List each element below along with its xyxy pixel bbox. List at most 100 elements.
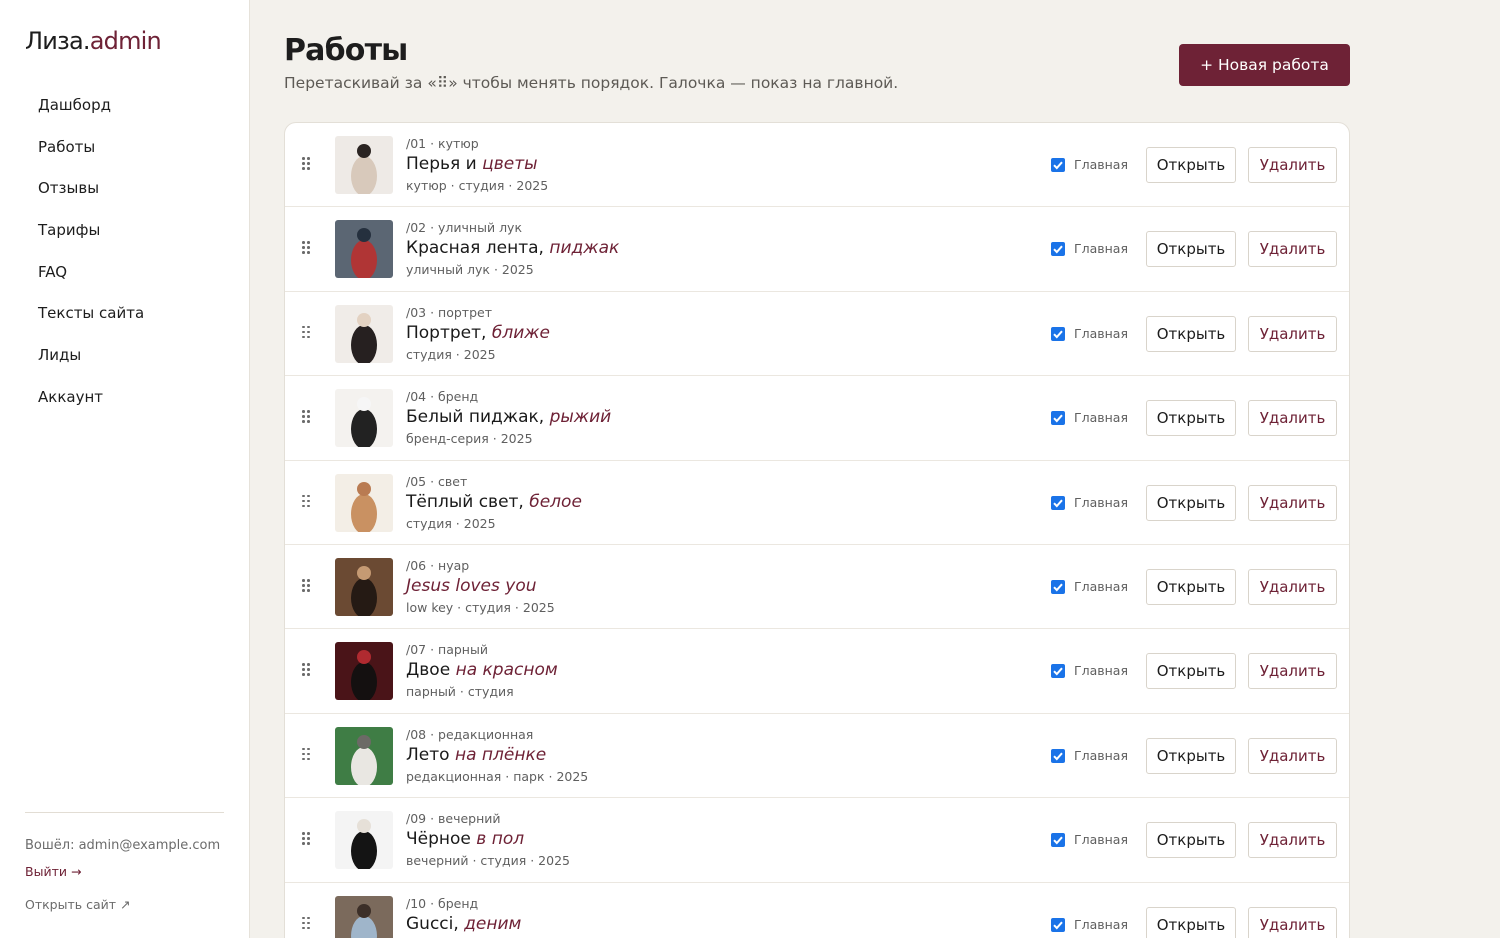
sidebar: Лиза.admin Дашборд Работы Отзывы Тарифы …: [0, 0, 250, 938]
drag-handle-icon[interactable]: [302, 663, 314, 679]
drag-handle-icon[interactable]: [302, 410, 314, 426]
delete-button[interactable]: Удалить: [1248, 906, 1337, 938]
work-thumbnail: [335, 136, 393, 194]
featured-checkbox[interactable]: [1051, 580, 1065, 594]
work-row[interactable]: /06 · нуар Jesus loves you low key · студи…: [285, 545, 1349, 630]
work-title-accent: белое: [529, 491, 582, 512]
sidebar-item-dashboard[interactable]: Дашборд: [25, 85, 225, 127]
checkmark-icon: [1053, 499, 1063, 508]
sidebar-item-reviews[interactable]: Отзывы: [25, 168, 225, 210]
drag-handle-icon[interactable]: [302, 325, 314, 342]
work-thumbnail: [335, 726, 393, 785]
work-row[interactable]: /03 · портрет Портрет, ближе студия · 2025…: [285, 292, 1349, 377]
logout-link[interactable]: Выйти →: [25, 864, 81, 879]
work-thumbnail: [335, 473, 393, 532]
work-meta: /07 · парный: [406, 642, 488, 658]
drag-handle-icon[interactable]: [302, 579, 314, 595]
work-row[interactable]: /04 · бренд Белый пиджак, рыжий бренд-сери…: [285, 376, 1349, 461]
checkmark-icon: [1053, 921, 1063, 930]
drag-handle-icon[interactable]: [302, 747, 314, 764]
delete-button[interactable]: Удалить: [1248, 484, 1337, 521]
work-title-accent: рыжий: [549, 407, 612, 428]
drag-handle-icon[interactable]: [302, 916, 314, 933]
work-row[interactable]: /02 · уличный лук Красная лента, пиджак ул…: [285, 207, 1349, 292]
featured-checkbox[interactable]: [1051, 748, 1065, 763]
sidebar-item-faq[interactable]: FAQ: [25, 252, 225, 294]
open-button[interactable]: Открыть: [1146, 906, 1236, 938]
delete-button[interactable]: Удалить: [1248, 147, 1337, 183]
featured-checkbox[interactable]: [1051, 242, 1065, 257]
work-title-main: Белый пиджак,: [406, 407, 550, 428]
work-title: Gucci, деним: [406, 914, 521, 934]
page-subtitle: Перетаскивай за «⠿» чтобы менять порядок…: [284, 74, 899, 92]
checkmark-icon: [1053, 752, 1063, 761]
open-button[interactable]: Открыть: [1146, 231, 1236, 268]
work-row[interactable]: /09 · вечерний Чёрное в пол вечерний · сту…: [285, 798, 1349, 883]
delete-button[interactable]: Удалить: [1248, 315, 1337, 352]
open-button[interactable]: Открыть: [1146, 315, 1236, 352]
delete-button[interactable]: Удалить: [1248, 231, 1337, 268]
work-subtitle: low key · студия · 2025: [406, 600, 555, 615]
checkmark-icon: [1053, 330, 1063, 339]
delete-button[interactable]: Удалить: [1248, 400, 1337, 437]
page-title: Работы: [284, 33, 408, 68]
work-subtitle: редакционная · парк · 2025: [406, 768, 589, 784]
work-subtitle: студия · 2025: [406, 515, 496, 531]
work-thumbnail: [335, 895, 393, 938]
featured-checkbox[interactable]: [1051, 664, 1065, 679]
checkmark-icon: [1053, 667, 1063, 676]
open-button[interactable]: Открыть: [1146, 737, 1236, 774]
featured-checkbox[interactable]: [1051, 495, 1065, 510]
open-button[interactable]: Открыть: [1146, 400, 1236, 437]
sidebar-item-leads[interactable]: Лиды: [25, 335, 225, 377]
featured-label: Главная: [1074, 410, 1128, 426]
work-title-accent: ближе: [491, 322, 551, 343]
work-row[interactable]: /05 · свет Тёплый свет, белое студия · 202…: [285, 461, 1349, 545]
delete-button[interactable]: Удалить: [1248, 737, 1337, 774]
drag-handle-icon[interactable]: [302, 494, 314, 511]
work-row[interactable]: /01 · кутюр Перья и цветы кутюр · студия ·…: [285, 123, 1349, 208]
open-button[interactable]: Открыть: [1146, 484, 1236, 521]
featured-label: Главная: [1074, 157, 1128, 172]
new-work-button[interactable]: + Новая работа: [1179, 44, 1350, 86]
work-title-main: Чёрное: [406, 829, 477, 850]
work-row[interactable]: /10 · брендGucci, денимбренд · 2025Главн…: [285, 883, 1349, 938]
drag-handle-icon[interactable]: [302, 241, 314, 257]
featured-checkbox[interactable]: [1051, 158, 1065, 172]
drag-handle-icon[interactable]: [302, 832, 314, 848]
featured-checkbox[interactable]: [1051, 411, 1065, 426]
work-row[interactable]: /07 · парный Двое на красном парный · студ…: [285, 629, 1349, 714]
sidebar-footer: Вошёл: admin@example.com Выйти → Открыть…: [25, 812, 224, 912]
sidebar-item-works[interactable]: Работы: [25, 127, 225, 169]
delete-button[interactable]: Удалить: [1248, 569, 1337, 605]
work-title-main: Тёплый свет,: [406, 491, 530, 512]
open-button[interactable]: Открыть: [1146, 569, 1236, 605]
work-meta: /03 · портрет: [406, 304, 492, 320]
open-button[interactable]: Открыть: [1146, 822, 1236, 859]
work-thumbnail: [335, 811, 393, 870]
open-site-link[interactable]: Открыть сайт ↗: [25, 897, 130, 912]
featured-checkbox[interactable]: [1051, 833, 1065, 848]
work-subtitle: парный · студия: [406, 684, 514, 700]
featured-checkbox[interactable]: [1051, 326, 1065, 341]
work-title-main: Лето: [406, 744, 455, 765]
featured-checkbox[interactable]: [1051, 917, 1065, 932]
open-button[interactable]: Открыть: [1146, 147, 1236, 183]
sidebar-item-account[interactable]: Аккаунт: [25, 377, 225, 419]
work-title-main: Перья и: [406, 154, 483, 174]
work-title: Чёрное в пол: [406, 829, 524, 849]
work-subtitle: кутюр · студия · 2025: [406, 178, 549, 193]
work-title-accent: деним: [464, 913, 522, 934]
sidebar-item-pricing[interactable]: Тарифы: [25, 210, 225, 252]
work-thumbnail: [335, 558, 393, 616]
drag-handle-icon[interactable]: [302, 157, 314, 173]
delete-button[interactable]: Удалить: [1248, 822, 1337, 859]
work-row[interactable]: /08 · редакционная Лето на плёнке редакцио…: [285, 714, 1349, 799]
delete-button[interactable]: Удалить: [1248, 653, 1337, 690]
works-list: /01 · кутюр Перья и цветы кутюр · студия ·…: [284, 122, 1350, 938]
brand-logo[interactable]: Лиза.admin: [25, 27, 162, 55]
work-title: Портрет, ближе: [406, 323, 550, 343]
open-button[interactable]: Открыть: [1146, 653, 1236, 690]
sidebar-item-site-texts[interactable]: Тексты сайта: [25, 293, 225, 335]
work-meta: /10 · бренд: [406, 895, 479, 911]
